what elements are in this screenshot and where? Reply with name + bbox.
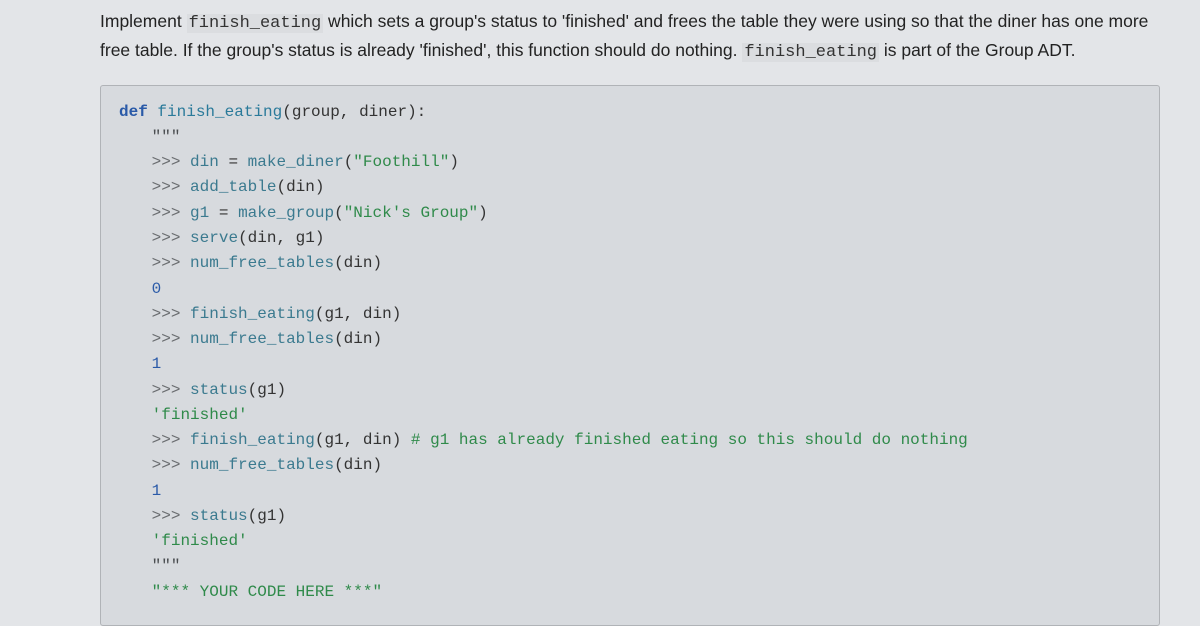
code-block: def finish_eating(group, diner): """ >>>… xyxy=(100,85,1160,626)
code-token: 1 xyxy=(152,482,162,500)
code-token: 1 xyxy=(152,355,162,373)
code-token: (g1) xyxy=(248,507,286,525)
function-name: finish_eating xyxy=(157,103,282,121)
code-token: (din) xyxy=(276,178,324,196)
page-container: Implement finish_eating which sets a gro… xyxy=(0,0,1200,626)
inline-code-fn1: finish_eating xyxy=(187,14,324,33)
keyword-def: def xyxy=(119,103,148,121)
docstring-open: """ xyxy=(152,128,181,146)
code-token: "Nick's Group" xyxy=(344,204,478,222)
inline-code-fn2: finish_eating xyxy=(742,43,879,62)
code-token: "Foothill" xyxy=(353,153,449,171)
code-token: # g1 has already finished eating so this… xyxy=(411,431,968,449)
repl-prompt: >>> xyxy=(152,153,190,171)
code-token: serve xyxy=(190,229,238,247)
repl-prompt: >>> xyxy=(152,204,190,222)
code-token: num_free_tables xyxy=(190,456,334,474)
code-token: (din) xyxy=(334,330,382,348)
repl-prompt: >>> xyxy=(152,229,190,247)
code-token: = xyxy=(209,204,238,222)
code-token: finish_eating xyxy=(190,305,315,323)
repl-prompt: >>> xyxy=(152,456,190,474)
repl-prompt: >>> xyxy=(152,254,190,272)
code-token: 'finished' xyxy=(152,406,248,424)
code-token: 'finished' xyxy=(152,532,248,550)
repl-prompt: >>> xyxy=(152,305,190,323)
code-token: make_diner xyxy=(248,153,344,171)
code-token: add_table xyxy=(190,178,276,196)
repl-prompt: >>> xyxy=(152,330,190,348)
repl-prompt: >>> xyxy=(152,178,190,196)
code-token: (din) xyxy=(334,456,382,474)
code-placeholder: "*** YOUR CODE HERE ***" xyxy=(152,583,382,601)
code-token: ( xyxy=(344,153,354,171)
code-token: (g1, din) xyxy=(315,305,401,323)
repl-prompt: >>> xyxy=(152,431,190,449)
code-token: finish_eating xyxy=(190,431,315,449)
code-token: = xyxy=(219,153,248,171)
code-token: 0 xyxy=(152,280,162,298)
code-token: num_free_tables xyxy=(190,330,334,348)
repl-prompt: >>> xyxy=(152,507,190,525)
code-token: (g1, din) xyxy=(315,431,411,449)
code-token: din xyxy=(190,153,219,171)
repl-prompt: >>> xyxy=(152,381,190,399)
code-token: (din, g1) xyxy=(238,229,324,247)
code-token: status xyxy=(190,381,248,399)
desc-text-mid2: is part of the Group ADT. xyxy=(879,40,1075,60)
code-token: num_free_tables xyxy=(190,254,334,272)
code-token: (din) xyxy=(334,254,382,272)
code-token: ( xyxy=(334,204,344,222)
desc-text-pre: Implement xyxy=(100,11,187,31)
docstring-close: """ xyxy=(152,557,181,575)
problem-description: Implement finish_eating which sets a gro… xyxy=(100,8,1160,67)
code-token: status xyxy=(190,507,248,525)
signature-params: (group, diner): xyxy=(282,103,426,121)
code-token: ) xyxy=(449,153,459,171)
code-token: (g1) xyxy=(248,381,286,399)
code-token: g1 xyxy=(190,204,209,222)
code-token: make_group xyxy=(238,204,334,222)
code-token: ) xyxy=(478,204,488,222)
